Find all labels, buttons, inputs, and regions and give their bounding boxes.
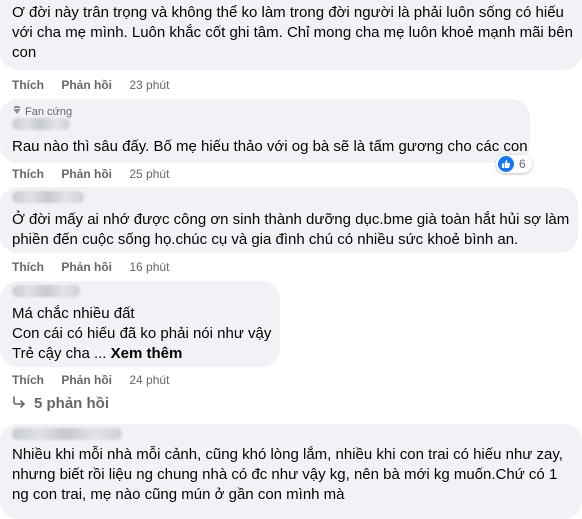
reply-button[interactable]: Phản hồi — [61, 373, 112, 387]
view-replies-link[interactable]: 5 phản hồi — [12, 395, 109, 412]
comment-actions: Thích Phản hồi 23 phút — [12, 78, 183, 92]
comment-text-line: phiền đến cuộc sống họ.chúc cụ và gia đì… — [12, 231, 519, 248]
reaction-count: 6 — [519, 157, 526, 171]
comment-bubble: Nhiều khi mỗi nhà mỗi cảnh, cũng khó lòn… — [0, 424, 582, 519]
comment-actions: Thích Phản hồi 16 phút — [12, 260, 183, 274]
comment-text-line: nhưng biết rồi liệu ng chung nhà có đc n… — [12, 466, 558, 483]
commenter-name[interactable] — [12, 191, 84, 203]
replies-count-label: 5 phản hồi — [34, 395, 109, 412]
comment-actions: Thích Phản hồi 25 phút — [12, 167, 183, 181]
comment-text-line: Con cái có hiếu đã ko phải nói như vậy — [12, 325, 272, 342]
gem-badge-icon — [12, 105, 22, 118]
reply-button[interactable]: Phản hồi — [61, 260, 112, 274]
like-reaction-icon — [498, 156, 514, 172]
commenter-name[interactable] — [12, 285, 80, 297]
comment-timestamp[interactable]: 25 phút — [129, 167, 169, 181]
like-button[interactable]: Thích — [12, 373, 44, 387]
reaction-summary[interactable]: 6 — [496, 155, 532, 173]
comment-timestamp[interactable]: 16 phút — [129, 260, 169, 274]
fan-badge-label: Fan cứng — [25, 105, 73, 118]
commenter-name[interactable] — [12, 428, 122, 440]
comment-bubble: Ở đời mấy ai nhớ được công ơn sinh thành… — [0, 187, 578, 253]
comment-timestamp[interactable]: 24 phút — [129, 373, 169, 387]
reply-arrow-icon — [12, 395, 26, 412]
comment-text-line: Ơ đời này trân trọng và không thể ko làm… — [12, 4, 564, 21]
like-button[interactable]: Thích — [12, 167, 44, 181]
like-button[interactable]: Thích — [12, 260, 44, 274]
comment-bubble: Fan cứng Rau nào thì sâu đấy. Bố mẹ hiếu… — [0, 99, 530, 163]
comment-bubble: Ơ đời này trân trọng và không thể ko làm… — [0, 0, 582, 70]
comment-text-line: Rau nào thì sâu đấy. Bố mẹ hiếu thảo với… — [12, 138, 528, 155]
comment-text-line: Nhiều khi mỗi nhà mỗi cảnh, cũng khó lòn… — [12, 446, 563, 463]
see-more-link[interactable]: Xem thêm — [111, 345, 183, 362]
comment-bubble: Má chắc nhiều đất Con cái có hiếu đã ko … — [0, 281, 280, 367]
comment-text-line: Má chắc nhiều đất — [12, 305, 135, 322]
comment-text-line: con — [12, 44, 37, 61]
comment-timestamp[interactable]: 23 phút — [129, 78, 169, 92]
comment-text-line: Trẻ cậy cha ... — [12, 345, 107, 362]
reply-button[interactable]: Phản hồi — [61, 167, 112, 181]
comment-text-line: ng con trai, mẹ nào cũng mún ở gần con m… — [12, 486, 345, 503]
comment-actions: Thích Phản hồi 24 phút — [12, 373, 183, 387]
fan-badge: Fan cứng — [12, 105, 72, 118]
comment-text-line: với cha mẹ mình. Luôn khắc cốt ghi tâm. … — [12, 24, 573, 41]
like-button[interactable]: Thích — [12, 78, 44, 92]
comment-text-line: Ở đời mấy ai nhớ được công ơn sinh thành… — [12, 211, 570, 228]
commenter-name[interactable] — [12, 118, 70, 130]
reply-button[interactable]: Phản hồi — [61, 78, 112, 92]
